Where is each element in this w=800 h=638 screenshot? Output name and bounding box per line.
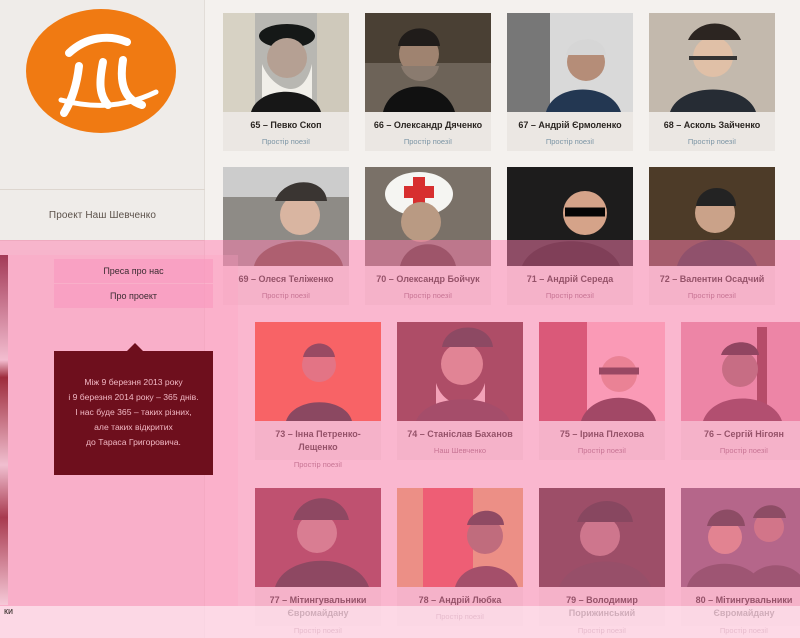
portrait-grid: 65 – Певко Скоп Простір поезії 66 – Олек…	[222, 12, 800, 638]
info-line: і 9 березня 2014 року – 365 днів.	[68, 392, 199, 402]
portrait-photo[interactable]	[365, 13, 491, 112]
info-line: Між 9 березня 2013 року	[84, 377, 183, 387]
category-link[interactable]: Простір поезії	[539, 446, 665, 455]
category-link[interactable]: Простір поезії	[539, 626, 665, 635]
portrait-photo[interactable]	[255, 322, 381, 421]
portrait-card[interactable]: 67 – Андрій Єрмоленко Простір поезії	[507, 13, 633, 151]
person-name[interactable]: 78 – Андрій Любка	[399, 594, 521, 607]
portrait-photo[interactable]	[681, 322, 800, 421]
portrait-card[interactable]: 78 – Андрій Любка Простір поезії	[397, 488, 523, 626]
portrait-card[interactable]: 74 – Станіслав Баханов Наш Шевченко	[397, 322, 523, 460]
portrait-card[interactable]: 72 – Валентин Осадчий Простір поезії	[649, 167, 775, 305]
portrait-card[interactable]: 80 – Мітингувальники Євромайдану Простір…	[681, 488, 800, 635]
portrait-card[interactable]: 76 – Сергій Нігоян Простір поезії	[681, 322, 800, 460]
person-name[interactable]: 70 – Олександр Бойчук	[367, 273, 489, 286]
category-link[interactable]: Простір поезії	[507, 137, 633, 146]
person-name[interactable]: 68 – Асколь Зайченко	[651, 119, 773, 132]
portrait-card[interactable]: 73 – Інна Петренко-Лещенко Простір поезі…	[255, 322, 381, 469]
category-link[interactable]: Простір поезії	[649, 137, 775, 146]
person-name[interactable]: 79 – Володимир Порижинський	[541, 594, 663, 620]
site-title[interactable]: Проект Наш Шевченко	[0, 189, 205, 241]
person-name[interactable]: 74 – Станіслав Баханов	[399, 428, 521, 441]
portrait-photo[interactable]	[507, 13, 633, 112]
info-line: І нас буде 365 – таких різних,	[75, 407, 192, 417]
portrait-photo[interactable]	[365, 167, 491, 266]
person-name[interactable]: 80 – Мітингувальники Євромайдану	[683, 594, 800, 620]
person-name[interactable]: 65 – Певко Скоп	[225, 119, 347, 132]
category-link[interactable]: Простір поезії	[365, 291, 491, 300]
category-link[interactable]: Простір поезії	[397, 612, 523, 621]
category-link[interactable]: Простір поезії	[255, 460, 381, 469]
portrait-card[interactable]: 66 – Олександр Дяченко Простір поезії	[365, 13, 491, 151]
category-link[interactable]: Простір поезії	[223, 137, 349, 146]
left-edge-strip	[0, 255, 8, 605]
info-line: до Тараса Григоровича.	[86, 437, 181, 447]
nav-press-link[interactable]: Преса про нас	[54, 259, 213, 283]
portrait-photo[interactable]	[255, 488, 381, 587]
portrait-card[interactable]: 65 – Певко Скоп Простір поезії	[223, 13, 349, 151]
portrait-photo[interactable]	[397, 488, 523, 587]
person-name[interactable]: 69 – Олеся Теліженко	[225, 273, 347, 286]
project-info-box: Між 9 березня 2013 року і 9 березня 2014…	[54, 343, 213, 475]
info-line: але таких відкритих	[94, 422, 173, 432]
category-link[interactable]: Простір поезії	[649, 291, 775, 300]
category-link[interactable]: Простір поезії	[255, 626, 381, 635]
bottom-left-fragment: ки	[4, 606, 13, 616]
portrait-card[interactable]: 77 – Мітингувальники Євромайдану Простір…	[255, 488, 381, 635]
portrait-card[interactable]: 69 – Олеся Теліженко Простір поезії	[223, 167, 349, 305]
portrait-photo[interactable]	[649, 13, 775, 112]
portrait-photo[interactable]	[649, 167, 775, 266]
category-link[interactable]: Простір поезії	[507, 291, 633, 300]
person-name[interactable]: 71 – Андрій Середа	[509, 273, 631, 286]
portrait-photo[interactable]	[539, 488, 665, 587]
person-name[interactable]: 73 – Інна Петренко-Лещенко	[257, 428, 379, 454]
category-link[interactable]: Простір поезії	[365, 137, 491, 146]
person-name[interactable]: 67 – Андрій Єрмоленко	[509, 119, 631, 132]
portrait-card[interactable]: 68 – Асколь Зайченко Простір поезії	[649, 13, 775, 151]
category-link[interactable]: Простір поезії	[681, 626, 800, 635]
portrait-card[interactable]: 70 – Олександр Бойчук Простір поезії	[365, 167, 491, 305]
portrait-photo[interactable]	[507, 167, 633, 266]
category-link[interactable]: Наш Шевченко	[397, 446, 523, 455]
person-name[interactable]: 66 – Олександр Дяченко	[367, 119, 489, 132]
portrait-card[interactable]: 75 – Ірина Плехова Простір поезії	[539, 322, 665, 460]
project-logo[interactable]	[26, 9, 176, 133]
portrait-photo[interactable]	[223, 167, 349, 266]
portrait-photo[interactable]	[539, 322, 665, 421]
nav-about-link[interactable]: Про проект	[54, 284, 213, 308]
portrait-photo[interactable]	[397, 322, 523, 421]
person-name[interactable]: 76 – Сергій Нігоян	[683, 428, 800, 441]
portrait-card[interactable]: 71 – Андрій Середа Простір поезії	[507, 167, 633, 305]
portrait-card[interactable]: 79 – Володимир Порижинський Простір поез…	[539, 488, 665, 635]
portrait-photo[interactable]	[681, 488, 800, 587]
sidebar: Проект Наш Шевченко	[0, 0, 205, 638]
person-name[interactable]: 77 – Мітингувальники Євромайдану	[257, 594, 379, 620]
portrait-photo[interactable]	[223, 13, 349, 112]
category-link[interactable]: Простір поезії	[681, 446, 800, 455]
person-name[interactable]: 75 – Ірина Плехова	[541, 428, 663, 441]
person-name[interactable]: 72 – Валентин Осадчий	[651, 273, 773, 286]
category-link[interactable]: Простір поезії	[223, 291, 349, 300]
